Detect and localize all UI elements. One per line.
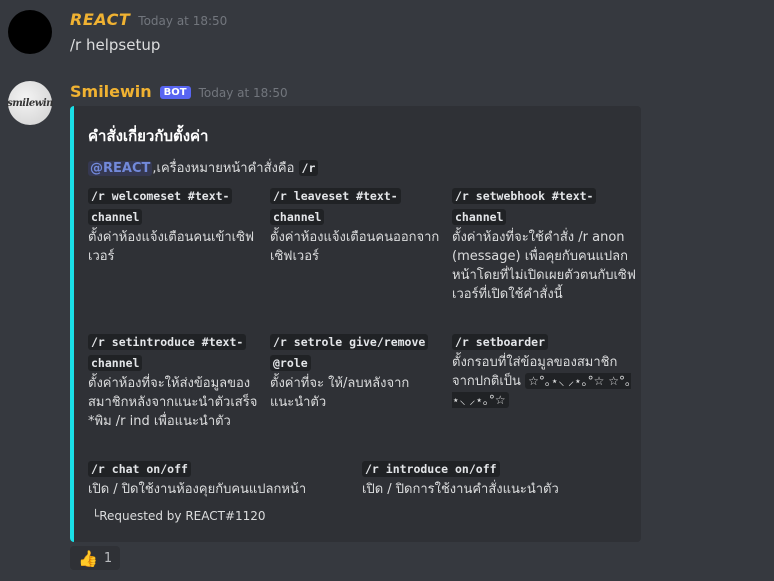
username[interactable]: Smilewin <box>70 82 152 101</box>
field-value: ตั้งค่าห้องที่จะใช้คำสั่ง /r anon (messa… <box>452 230 636 302</box>
field-name: /r setrole give/remove @role <box>270 334 429 371</box>
reaction-thumbs-up[interactable]: 👍 1 <box>70 546 121 570</box>
field-value: ตั้งค่าห้องที่จะให้ส่งข้อมูลของสมาชิกหลั… <box>88 376 258 429</box>
prefix-code: /r <box>298 160 319 176</box>
embed-field: /r leaveset #text-channel ตั้งค่าห้องแจ้… <box>270 186 445 266</box>
field-value: เปิด / ปิดการใช้งานคำสั่งแนะนำตัว <box>362 482 559 497</box>
timestamp: Today at 18:50 <box>138 14 228 28</box>
message-content: /r helpsetup <box>70 36 161 54</box>
field-name: /r welcomeset #text-channel <box>88 188 233 225</box>
message-header: REACT Today at 18:50 <box>70 10 227 29</box>
embed-field: /r setwebhook #text-channel ตั้งค่าห้องท… <box>452 186 637 304</box>
user-avatar[interactable] <box>8 10 52 54</box>
embed-footer: └Requested by REACT#1120 <box>92 509 266 523</box>
bot-avatar-logo-text: smilewin <box>7 97 53 109</box>
field-value: เปิด / ปิดใช้งานห้องคุยกับคนแปลกหน้า <box>88 482 307 497</box>
username[interactable]: REACT <box>70 10 130 29</box>
field-name: /r leaveset #text-channel <box>270 188 401 225</box>
field-value: ตั้งค่าห้องแจ้งเตือนคนเข้าเซิฟเวอร์ <box>88 230 255 264</box>
embed-field: /r setboarder ตั้งกรอบที่ใส่ข้อมูลของสมา… <box>452 332 637 410</box>
user-mention[interactable]: @REACT <box>88 161 153 176</box>
embed: คำสั่งเกี่ยวกับตั้งค่า @REACT ,เครื่องหมา… <box>70 106 641 542</box>
timestamp: Today at 18:50 <box>198 86 288 100</box>
embed-field: /r setrole give/remove @role ตั้งค่าที่จ… <box>270 332 445 412</box>
embed-description: @REACT ,เครื่องหมายหน้าคำสั่งคือ /r <box>88 157 319 178</box>
field-value: ตั้งค่าที่จะ ให้/ลบหลังจากแนะนำตัว <box>270 376 410 410</box>
field-name: /r chat on/off <box>88 461 191 477</box>
field-name: /r introduce on/off <box>362 461 500 477</box>
reaction-count: 1 <box>103 550 113 566</box>
bot-avatar[interactable]: smilewin <box>7 81 53 125</box>
bot-badge: BOT <box>159 86 191 99</box>
description-text: ,เครื่องหมายหน้าคำสั่งคือ <box>152 161 295 176</box>
thumbs-up-icon: 👍 <box>78 548 98 568</box>
embed-field: /r chat on/off เปิด / ปิดใช้งานห้องคุยกั… <box>88 459 348 499</box>
field-name: /r setboarder <box>452 334 549 350</box>
field-value: ตั้งค่าห้องแจ้งเตือนคนออกจากเซิฟเวอร์ <box>270 230 440 264</box>
embed-field: /r setintroduce #text-channel ตั้งค่าห้อ… <box>88 332 258 431</box>
embed-field: /r welcomeset #text-channel ตั้งค่าห้องแ… <box>88 186 258 266</box>
field-name: /r setwebhook #text-channel <box>452 188 597 225</box>
field-name: /r setintroduce #text-channel <box>88 334 247 371</box>
embed-title: คำสั่งเกี่ยวกับตั้งค่า <box>88 127 209 145</box>
embed-field: /r introduce on/off เปิด / ปิดการใช้งานค… <box>362 459 622 499</box>
message-header: Smilewin BOT Today at 18:50 <box>70 82 288 101</box>
field-value: ตั้งกรอบที่ใส่ข้อมูลของสมาชิกจากปกติเป็น… <box>452 353 637 410</box>
